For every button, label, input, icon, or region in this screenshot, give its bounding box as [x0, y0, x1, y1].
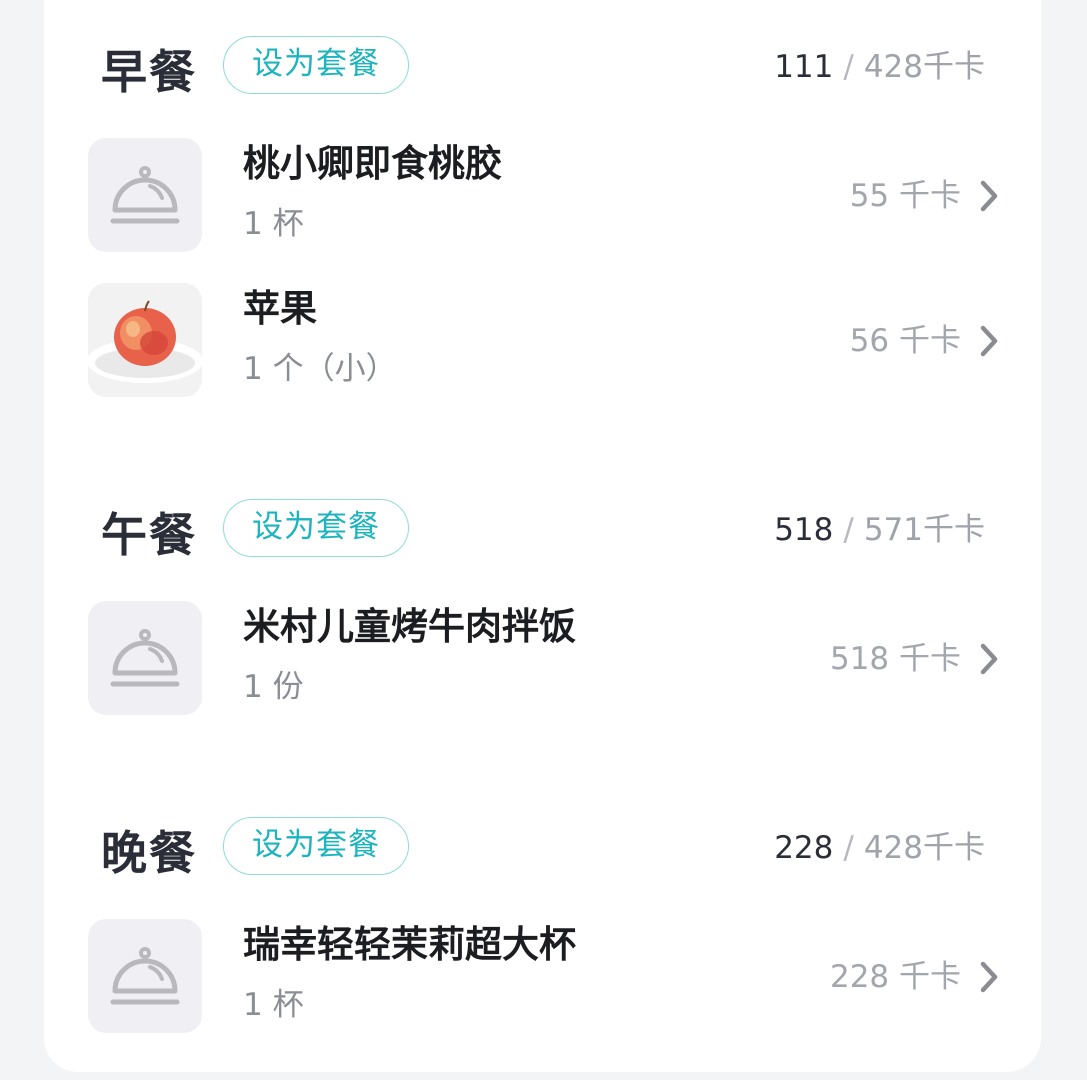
- set-as-combo-button[interactable]: 设为套餐: [223, 817, 409, 875]
- food-item[interactable]: 苹果 1 个（小） 56 千卡: [44, 283, 1041, 428]
- meal-budget-kcal: 428千卡: [863, 830, 985, 866]
- food-item[interactable]: 瑞幸轻轻茉莉超大杯 1 杯 228 千卡: [44, 919, 1041, 1064]
- food-kcal: 518 千卡: [829, 641, 961, 677]
- apple-photo: [88, 283, 202, 397]
- food-name: 瑞幸轻轻茉莉超大杯: [243, 923, 576, 966]
- food-kcal: 56 千卡: [849, 323, 961, 359]
- food-amount: 1 杯: [243, 987, 304, 1023]
- kcal-separator: /: [843, 512, 854, 548]
- set-as-combo-button[interactable]: 设为套餐: [223, 36, 409, 94]
- chevron-right-icon: [980, 180, 998, 212]
- kcal-separator: /: [843, 830, 854, 866]
- meal-calorie-summary: 518/571千卡: [774, 507, 985, 553]
- set-as-combo-button[interactable]: 设为套餐: [223, 499, 409, 557]
- meal-budget-kcal: 571千卡: [863, 512, 985, 548]
- dish-cover-icon: [88, 138, 202, 252]
- food-item[interactable]: 桃小卿即食桃胶 1 杯 55 千卡: [44, 138, 1041, 283]
- meal-budget-kcal: 428千卡: [863, 49, 985, 85]
- meal-section-lunch: 午餐 设为套餐 518/571千卡 米村儿童烤牛肉拌饭 1 份 518 千卡: [44, 499, 1041, 746]
- meal-section-dinner: 晚餐 设为套餐 228/428千卡 瑞幸轻轻茉莉超大杯 1 杯 228 千卡: [44, 817, 1041, 1064]
- chevron-right-icon: [980, 325, 998, 357]
- meal-title: 早餐: [101, 45, 197, 99]
- chevron-right-icon: [980, 961, 998, 993]
- food-amount: 1 份: [243, 669, 304, 705]
- chevron-right-icon: [980, 643, 998, 675]
- food-name: 米村儿童烤牛肉拌饭: [243, 605, 576, 648]
- meal-title: 午餐: [101, 508, 197, 562]
- meal-header: 早餐 设为套餐 111/428千卡: [44, 36, 1041, 106]
- food-kcal: 55 千卡: [849, 178, 961, 214]
- meal-calorie-summary: 228/428千卡: [774, 825, 985, 871]
- meal-eaten-kcal: 111: [774, 49, 834, 85]
- food-amount: 1 杯: [243, 206, 304, 242]
- food-item[interactable]: 米村儿童烤牛肉拌饭 1 份 518 千卡: [44, 601, 1041, 746]
- kcal-separator: /: [843, 49, 854, 85]
- food-name: 苹果: [243, 287, 317, 330]
- food-kcal: 228 千卡: [829, 959, 961, 995]
- meal-header: 晚餐 设为套餐 228/428千卡: [44, 817, 1041, 887]
- meal-diary-card: 早餐 设为套餐 111/428千卡 桃小卿即食桃胶 1 杯 55 千卡 苹果 1…: [44, 0, 1041, 1072]
- meal-header: 午餐 设为套餐 518/571千卡: [44, 499, 1041, 569]
- meal-calorie-summary: 111/428千卡: [774, 44, 985, 90]
- meal-eaten-kcal: 228: [774, 830, 834, 866]
- meal-eaten-kcal: 518: [774, 512, 834, 548]
- food-name: 桃小卿即食桃胶: [243, 142, 502, 185]
- dish-cover-icon: [88, 601, 202, 715]
- meal-title: 晚餐: [101, 826, 197, 880]
- meal-section-breakfast: 早餐 设为套餐 111/428千卡 桃小卿即食桃胶 1 杯 55 千卡 苹果 1…: [44, 36, 1041, 428]
- dish-cover-icon: [88, 919, 202, 1033]
- food-amount: 1 个（小）: [243, 351, 397, 387]
